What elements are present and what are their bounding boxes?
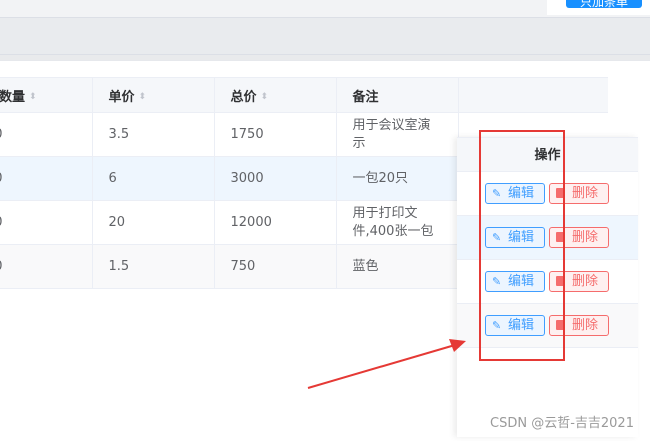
ops-row: ✎ 编辑 删除 (457, 172, 638, 216)
delete-button[interactable]: 删除 (549, 315, 609, 336)
ops-row: ✎ 编辑 删除 (457, 260, 638, 304)
cell-unit-price: 20 (92, 200, 215, 245)
cell-quantity: 00 (0, 244, 93, 289)
edit-icon: ✎ (492, 319, 502, 332)
top-action-area: 只加条单 (547, 0, 650, 15)
top-action-button[interactable]: 只加条单 (566, 0, 642, 8)
trash-icon (556, 320, 564, 330)
cell-total-price: 1750 (214, 112, 337, 157)
delete-button[interactable]: 删除 (549, 227, 609, 248)
edit-icon: ✎ (492, 275, 502, 288)
col-header-note: 备注 (336, 77, 459, 113)
col-header-ops: 操作 (457, 137, 638, 172)
col-header-quantity[interactable]: 有数量⬍ (0, 77, 93, 113)
cell-note: 蓝色 (336, 244, 459, 289)
sort-icon[interactable]: ⬍ (29, 92, 37, 102)
ops-row: ✎ 编辑 删除 (457, 304, 638, 348)
trash-icon (556, 276, 564, 286)
edit-button[interactable]: ✎ 编辑 (485, 315, 545, 336)
edit-button[interactable]: ✎ 编辑 (485, 183, 545, 204)
col-header-unit-price[interactable]: 单价 ⬍ (92, 77, 215, 113)
cell-quantity: 00 (0, 156, 93, 201)
delete-button[interactable]: 删除 (549, 271, 609, 292)
toolbar-band (0, 18, 650, 55)
cell-quantity: 00 (0, 200, 93, 245)
trash-icon (556, 188, 564, 198)
ops-fixed-column: 操作 ✎ 编辑 删除 ✎ 编辑 删除 ✎ 编辑 删除 ✎ 编辑 删除 (457, 137, 638, 437)
cell-total-price: 12000 (214, 200, 337, 245)
cell-unit-price: 6 (92, 156, 215, 201)
cell-note: 用于打印文件,400张一包 (336, 200, 459, 245)
cell-note: 用于会议室演示 (336, 112, 459, 157)
col-header-total-price[interactable]: 总价 ⬍ (214, 77, 337, 113)
sort-icon[interactable]: ⬍ (139, 92, 147, 102)
delete-button[interactable]: 删除 (549, 183, 609, 204)
cell-total-price: 3000 (214, 156, 337, 201)
edit-button[interactable]: ✎ 编辑 (485, 271, 545, 292)
edit-button[interactable]: ✎ 编辑 (485, 227, 545, 248)
cell-note: 一包20只 (336, 156, 459, 201)
edit-icon: ✎ (492, 231, 502, 244)
ops-row: ✎ 编辑 删除 (457, 216, 638, 260)
cell-quantity: 00 (0, 112, 93, 157)
cell-unit-price: 3.5 (92, 112, 215, 157)
table-header-row: 有数量⬍ 单价⬍ 总价⬍ 备注 (0, 77, 608, 113)
cell-unit-price: 1.5 (92, 244, 215, 289)
watermark: CSDN @云哲-吉吉2021 (490, 416, 634, 431)
edit-icon: ✎ (492, 187, 502, 200)
sort-icon[interactable]: ⬍ (261, 92, 269, 102)
top-bar: 只加条单 (0, 0, 650, 18)
trash-icon (556, 232, 564, 242)
col-header-ops-placeholder (458, 77, 608, 113)
cell-total-price: 750 (214, 244, 337, 289)
